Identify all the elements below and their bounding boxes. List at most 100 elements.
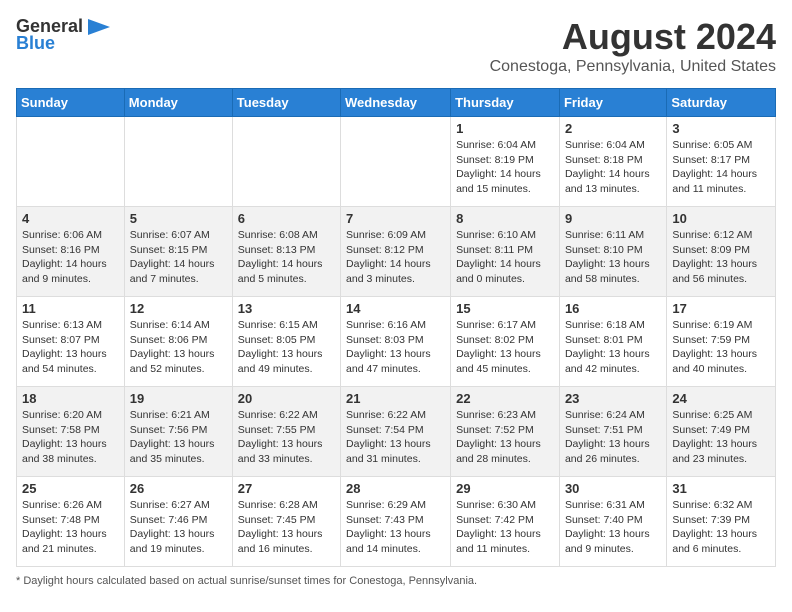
day-number: 31 — [672, 481, 770, 496]
day-cell: 31Sunrise: 6:32 AM Sunset: 7:39 PM Dayli… — [667, 477, 776, 567]
day-cell: 27Sunrise: 6:28 AM Sunset: 7:45 PM Dayli… — [232, 477, 340, 567]
day-info: Sunrise: 6:11 AM Sunset: 8:10 PM Dayligh… — [565, 228, 661, 287]
day-number: 21 — [346, 391, 445, 406]
day-info: Sunrise: 6:08 AM Sunset: 8:13 PM Dayligh… — [238, 228, 335, 287]
day-number: 10 — [672, 211, 770, 226]
day-number: 14 — [346, 301, 445, 316]
day-cell: 16 Sunrise: 6:18 AM Sunset: 8:01 PM Dayli… — [559, 297, 666, 387]
day-info: Sunrise: 6:21 AM Sunset: 7:56 PM Dayligh… — [130, 408, 227, 467]
footer-note: * Daylight hours calculated based on act… — [16, 575, 776, 587]
day-cell: 26Sunrise: 6:27 AM Sunset: 7:46 PM Dayli… — [124, 477, 232, 567]
page-title: August 2024 — [490, 16, 776, 58]
calendar-body: 1Sunrise: 6:04 AM Sunset: 8:19 PM Daylig… — [17, 117, 776, 567]
day-info: Sunrise: 6:05 AM Sunset: 8:17 PM Dayligh… — [672, 138, 770, 197]
header-sunday: Sunday — [17, 89, 125, 117]
day-cell: 22 Sunrise: 6:23 AM Sunset: 7:52 PM Dayli… — [451, 387, 560, 477]
day-cell: 21 Sunrise: 6:22 AM Sunset: 7:54 PM Dayli… — [341, 387, 451, 477]
day-number: 11 — [22, 301, 119, 316]
header-saturday: Saturday — [667, 89, 776, 117]
logo: General Blue — [16, 16, 110, 54]
day-number: 4 — [22, 211, 119, 226]
day-info: Sunrise: 6:14 AM Sunset: 8:06 PM Dayligh… — [130, 318, 227, 377]
day-cell: 7 Sunrise: 6:09 AM Sunset: 8:12 PM Daylig… — [341, 207, 451, 297]
day-cell: 8Sunrise: 6:10 AM Sunset: 8:11 PM Daylig… — [451, 207, 560, 297]
header-tuesday: Tuesday — [232, 89, 340, 117]
day-number: 27 — [238, 481, 335, 496]
days-of-week-row: Sunday Monday Tuesday Wednesday Thursday… — [17, 89, 776, 117]
day-cell: 30 Sunrise: 6:31 AM Sunset: 7:40 PM Dayli… — [559, 477, 666, 567]
day-cell: 10 Sunrise: 6:12 AM Sunset: 8:09 PM Dayli… — [667, 207, 776, 297]
day-info: Sunrise: 6:25 AM Sunset: 7:49 PM Dayligh… — [672, 408, 770, 467]
day-info: Sunrise: 6:04 AM Sunset: 8:18 PM Dayligh… — [565, 138, 661, 197]
day-info: Sunrise: 6:13 AM Sunset: 8:07 PM Dayligh… — [22, 318, 119, 377]
day-number: 15 — [456, 301, 554, 316]
day-info: Sunrise: 6:16 AM Sunset: 8:03 PM Dayligh… — [346, 318, 445, 377]
day-cell: 23Sunrise: 6:24 AM Sunset: 7:51 PM Dayli… — [559, 387, 666, 477]
day-info: Sunrise: 6:10 AM Sunset: 8:11 PM Dayligh… — [456, 228, 554, 287]
day-number: 7 — [346, 211, 445, 226]
day-number: 24 — [672, 391, 770, 406]
day-number: 16 — [565, 301, 661, 316]
day-info: Sunrise: 6:06 AM Sunset: 8:16 PM Dayligh… — [22, 228, 119, 287]
logo-blue-text: Blue — [16, 33, 55, 54]
day-info: Sunrise: 6:31 AM Sunset: 7:40 PM Dayligh… — [565, 498, 661, 557]
title-area: August 2024 Conestoga, Pennsylvania, Uni… — [490, 16, 776, 76]
day-cell: 28Sunrise: 6:29 AM Sunset: 7:43 PM Dayli… — [341, 477, 451, 567]
day-cell: 4 Sunrise: 6:06 AM Sunset: 8:16 PM Daylig… — [17, 207, 125, 297]
day-info: Sunrise: 6:17 AM Sunset: 8:02 PM Dayligh… — [456, 318, 554, 377]
day-cell: 6 Sunrise: 6:08 AM Sunset: 8:13 PM Daylig… — [232, 207, 340, 297]
day-cell — [341, 117, 451, 207]
header: General Blue August 2024 Conestoga, Penn… — [16, 16, 776, 76]
week-row-3: 11 Sunrise: 6:13 AM Sunset: 8:07 PM Dayli… — [17, 297, 776, 387]
week-row-1: 1Sunrise: 6:04 AM Sunset: 8:19 PM Daylig… — [17, 117, 776, 207]
day-cell: 9Sunrise: 6:11 AM Sunset: 8:10 PM Daylig… — [559, 207, 666, 297]
day-info: Sunrise: 6:26 AM Sunset: 7:48 PM Dayligh… — [22, 498, 119, 557]
day-number: 13 — [238, 301, 335, 316]
calendar-header: Sunday Monday Tuesday Wednesday Thursday… — [17, 89, 776, 117]
day-cell: 2 Sunrise: 6:04 AM Sunset: 8:18 PM Daylig… — [559, 117, 666, 207]
day-number: 20 — [238, 391, 335, 406]
day-cell: 18Sunrise: 6:20 AM Sunset: 7:58 PM Dayli… — [17, 387, 125, 477]
day-number: 2 — [565, 121, 661, 136]
day-number: 3 — [672, 121, 770, 136]
day-info: Sunrise: 6:22 AM Sunset: 7:55 PM Dayligh… — [238, 408, 335, 467]
day-cell — [124, 117, 232, 207]
day-info: Sunrise: 6:18 AM Sunset: 8:01 PM Dayligh… — [565, 318, 661, 377]
day-number: 30 — [565, 481, 661, 496]
week-row-5: 25 Sunrise: 6:26 AM Sunset: 7:48 PM Dayli… — [17, 477, 776, 567]
day-info: Sunrise: 6:22 AM Sunset: 7:54 PM Dayligh… — [346, 408, 445, 467]
day-cell: 11 Sunrise: 6:13 AM Sunset: 8:07 PM Dayli… — [17, 297, 125, 387]
day-info: Sunrise: 6:04 AM Sunset: 8:19 PM Dayligh… — [456, 138, 554, 197]
day-cell: 17Sunrise: 6:19 AM Sunset: 7:59 PM Dayli… — [667, 297, 776, 387]
day-number: 28 — [346, 481, 445, 496]
day-info: Sunrise: 6:27 AM Sunset: 7:46 PM Dayligh… — [130, 498, 227, 557]
day-cell: 1Sunrise: 6:04 AM Sunset: 8:19 PM Daylig… — [451, 117, 560, 207]
day-number: 25 — [22, 481, 119, 496]
header-monday: Monday — [124, 89, 232, 117]
week-row-4: 18Sunrise: 6:20 AM Sunset: 7:58 PM Dayli… — [17, 387, 776, 477]
day-cell: 13Sunrise: 6:15 AM Sunset: 8:05 PM Dayli… — [232, 297, 340, 387]
week-row-2: 4 Sunrise: 6:06 AM Sunset: 8:16 PM Daylig… — [17, 207, 776, 297]
day-number: 18 — [22, 391, 119, 406]
day-number: 22 — [456, 391, 554, 406]
logo-flag-icon — [88, 19, 110, 35]
header-friday: Friday — [559, 89, 666, 117]
day-cell — [17, 117, 125, 207]
day-info: Sunrise: 6:09 AM Sunset: 8:12 PM Dayligh… — [346, 228, 445, 287]
day-number: 19 — [130, 391, 227, 406]
day-number: 12 — [130, 301, 227, 316]
calendar-table: Sunday Monday Tuesday Wednesday Thursday… — [16, 88, 776, 567]
header-thursday: Thursday — [451, 89, 560, 117]
day-cell: 29 Sunrise: 6:30 AM Sunset: 7:42 PM Dayli… — [451, 477, 560, 567]
day-cell — [232, 117, 340, 207]
day-number: 6 — [238, 211, 335, 226]
day-number: 29 — [456, 481, 554, 496]
day-cell: 14 Sunrise: 6:16 AM Sunset: 8:03 PM Dayli… — [341, 297, 451, 387]
day-number: 23 — [565, 391, 661, 406]
day-info: Sunrise: 6:12 AM Sunset: 8:09 PM Dayligh… — [672, 228, 770, 287]
footer-text: Daylight hours — [23, 575, 93, 587]
day-cell: 24 Sunrise: 6:25 AM Sunset: 7:49 PM Dayli… — [667, 387, 776, 477]
day-info: Sunrise: 6:30 AM Sunset: 7:42 PM Dayligh… — [456, 498, 554, 557]
day-info: Sunrise: 6:23 AM Sunset: 7:52 PM Dayligh… — [456, 408, 554, 467]
header-wednesday: Wednesday — [341, 89, 451, 117]
